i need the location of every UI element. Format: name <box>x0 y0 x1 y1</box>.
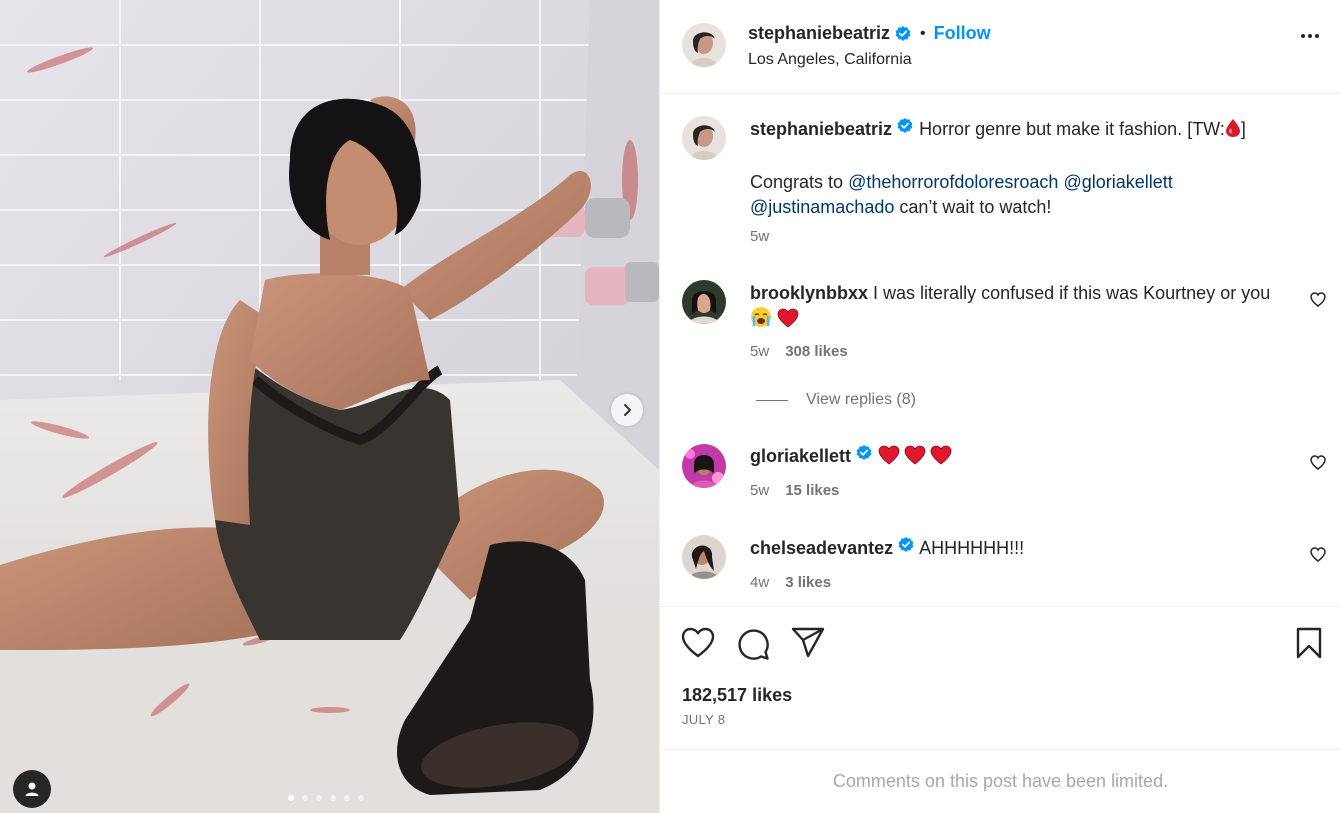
author-username[interactable]: stephaniebeatriz <box>748 23 890 44</box>
carousel-dot <box>302 795 308 801</box>
post-location[interactable]: Los Angeles, California <box>748 51 912 69</box>
user-tag-icon <box>25 782 39 796</box>
comment-meta: 5w 308 likes <box>750 343 848 360</box>
post-media[interactable] <box>0 0 659 813</box>
carousel-dot <box>316 795 322 801</box>
caption-username[interactable]: stephaniebeatriz <box>750 119 892 139</box>
comment-text: gloriakellett <box>750 444 1290 472</box>
carousel-indicator <box>288 795 364 801</box>
user-tag-button[interactable] <box>13 770 51 808</box>
post-photo <box>0 0 659 813</box>
comment-likes[interactable]: 15 likes <box>785 482 839 499</box>
comment-content: I was literally confused if this was Kou… <box>873 283 1271 303</box>
mention-link[interactable]: @justinamachado <box>750 197 894 217</box>
header-separator: • <box>920 24 926 42</box>
caption-line2-prefix: Congrats to <box>750 172 849 192</box>
comment-time[interactable]: 5w <box>750 482 769 499</box>
red-heart-icon <box>777 308 799 335</box>
carousel-dot <box>330 795 336 801</box>
post-actions: 182,517 likes JULY 8 <box>660 607 1341 750</box>
comment-like-heart-icon[interactable] <box>1310 292 1326 312</box>
carousel-next-button[interactable] <box>611 394 643 426</box>
comments-list[interactable]: stephaniebeatriz Horror genre but make i… <box>660 94 1341 607</box>
share-icon[interactable] <box>791 627 825 664</box>
view-replies-label[interactable]: View replies (8) <box>806 391 916 409</box>
comment-icon[interactable] <box>736 627 770 666</box>
more-options-icon[interactable] <box>1301 34 1319 38</box>
comment-avatar[interactable] <box>682 444 726 488</box>
comment-text: chelseadevantez AHHHHHH!!! <box>750 536 1290 561</box>
view-replies-button[interactable]: View replies (8) <box>756 391 916 409</box>
verified-badge-icon <box>855 444 873 462</box>
comment-username[interactable]: brooklynbbxx <box>750 283 868 303</box>
comment-time[interactable]: 5w <box>750 343 769 360</box>
caption-line1: Horror genre but make it fashion. [TW: <box>919 119 1225 139</box>
comment-username[interactable]: chelseadevantez <box>750 538 893 558</box>
comment-like-heart-icon[interactable] <box>1310 547 1326 567</box>
caption-line2-suffix: can’t wait to watch! <box>894 197 1052 217</box>
red-heart-icon <box>930 445 952 472</box>
comment-likes[interactable]: 308 likes <box>785 343 848 360</box>
comments-limited-notice: Comments on this post have been limited. <box>832 771 1169 791</box>
carousel-dot <box>358 795 364 801</box>
comment-avatar[interactable] <box>682 535 726 579</box>
follow-button[interactable]: Follow <box>934 23 991 44</box>
comment-avatar[interactable] <box>682 280 726 324</box>
red-heart-icon <box>904 445 926 472</box>
comment-like-heart-icon[interactable] <box>1310 455 1326 475</box>
caption-line1-end: ] <box>1240 119 1246 139</box>
comment-likes[interactable]: 3 likes <box>785 574 831 591</box>
mention-link[interactable]: @gloriakellett <box>1063 172 1172 192</box>
chevron-right-icon <box>624 404 631 416</box>
verified-badge-icon <box>897 536 915 554</box>
comment-meta: 4w 3 likes <box>750 574 831 591</box>
mention-link[interactable]: @thehorrorofdoloresroach <box>848 172 1058 192</box>
post-sidebar: stephaniebeatriz • Follow Los Angeles, C… <box>659 0 1341 813</box>
carousel-dot <box>288 795 294 801</box>
author-avatar[interactable] <box>682 23 726 67</box>
caption-avatar[interactable] <box>682 116 726 160</box>
verified-badge-icon <box>896 117 914 135</box>
caption-meta: 5w <box>750 228 769 245</box>
red-heart-icon <box>878 445 900 472</box>
blood-drop-icon <box>1225 118 1241 145</box>
caption-text: stephaniebeatriz Horror genre but make i… <box>750 117 1290 220</box>
post-date[interactable]: JULY 8 <box>682 712 725 727</box>
post-header: stephaniebeatriz • Follow Los Angeles, C… <box>660 0 1341 94</box>
crying-face-icon <box>750 306 772 335</box>
comment-time[interactable]: 4w <box>750 574 769 591</box>
carousel-dot <box>344 795 350 801</box>
bookmark-icon[interactable] <box>1295 627 1323 664</box>
verified-badge-icon <box>894 25 912 43</box>
comment-meta: 5w 15 likes <box>750 482 839 499</box>
comment-content: AHHHHHH!!! <box>919 538 1025 558</box>
caption-time[interactable]: 5w <box>750 228 769 245</box>
likes-count[interactable]: 182,517 likes <box>682 685 792 706</box>
comment-text: brooklynbbxx I was literally confused if… <box>750 281 1290 335</box>
comment-username[interactable]: gloriakellett <box>750 446 851 466</box>
replies-line <box>756 399 788 401</box>
heart-icon[interactable] <box>681 627 715 664</box>
